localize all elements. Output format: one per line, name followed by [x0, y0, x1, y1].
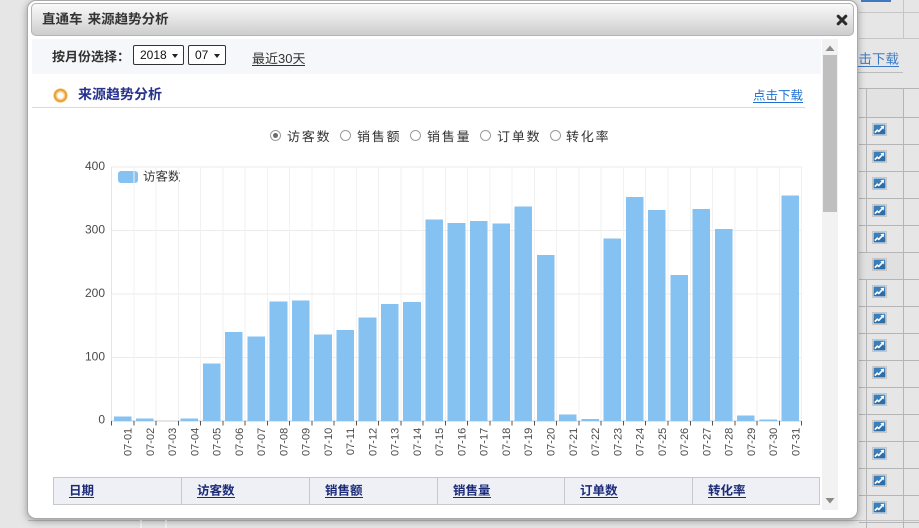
svg-text:07-05: 07-05	[212, 428, 224, 456]
svg-text:07-15: 07-15	[434, 428, 446, 456]
svg-text:07-21: 07-21	[568, 428, 580, 456]
svg-text:07-17: 07-17	[479, 428, 491, 456]
svg-text:07-14: 07-14	[412, 428, 424, 456]
svg-text:07-02: 07-02	[145, 428, 157, 456]
svg-text:07-26: 07-26	[679, 428, 691, 456]
svg-text:07-16: 07-16	[456, 428, 468, 456]
svg-text:07-18: 07-18	[501, 428, 513, 456]
svg-text:300: 300	[85, 222, 105, 236]
svg-text:07-25: 07-25	[657, 428, 669, 456]
svg-text:07-08: 07-08	[278, 428, 290, 456]
svg-text:200: 200	[85, 286, 105, 300]
svg-text:07-13: 07-13	[390, 428, 402, 456]
svg-text:07-07: 07-07	[256, 428, 268, 456]
svg-text:07-29: 07-29	[746, 428, 758, 456]
svg-text:07-01: 07-01	[123, 428, 135, 456]
svg-text:07-04: 07-04	[189, 428, 201, 456]
svg-text:07-28: 07-28	[724, 428, 736, 456]
svg-text:07-09: 07-09	[301, 428, 313, 456]
svg-text:07-12: 07-12	[367, 428, 379, 456]
svg-text:07-31: 07-31	[790, 428, 802, 456]
svg-text:07-24: 07-24	[635, 428, 647, 456]
svg-text:07-03: 07-03	[167, 428, 179, 456]
svg-text:07-10: 07-10	[323, 428, 335, 456]
svg-text:07-30: 07-30	[768, 428, 780, 456]
svg-text:07-27: 07-27	[701, 428, 713, 456]
svg-text:07-20: 07-20	[546, 428, 558, 456]
svg-text:07-23: 07-23	[612, 428, 624, 456]
svg-text:07-11: 07-11	[345, 428, 357, 455]
svg-text:400: 400	[85, 159, 105, 173]
svg-text:0: 0	[98, 413, 105, 427]
svg-text:07-19: 07-19	[523, 428, 535, 456]
svg-text:07-06: 07-06	[234, 428, 246, 456]
svg-text:07-22: 07-22	[590, 428, 602, 456]
svg-text:100: 100	[85, 349, 105, 363]
